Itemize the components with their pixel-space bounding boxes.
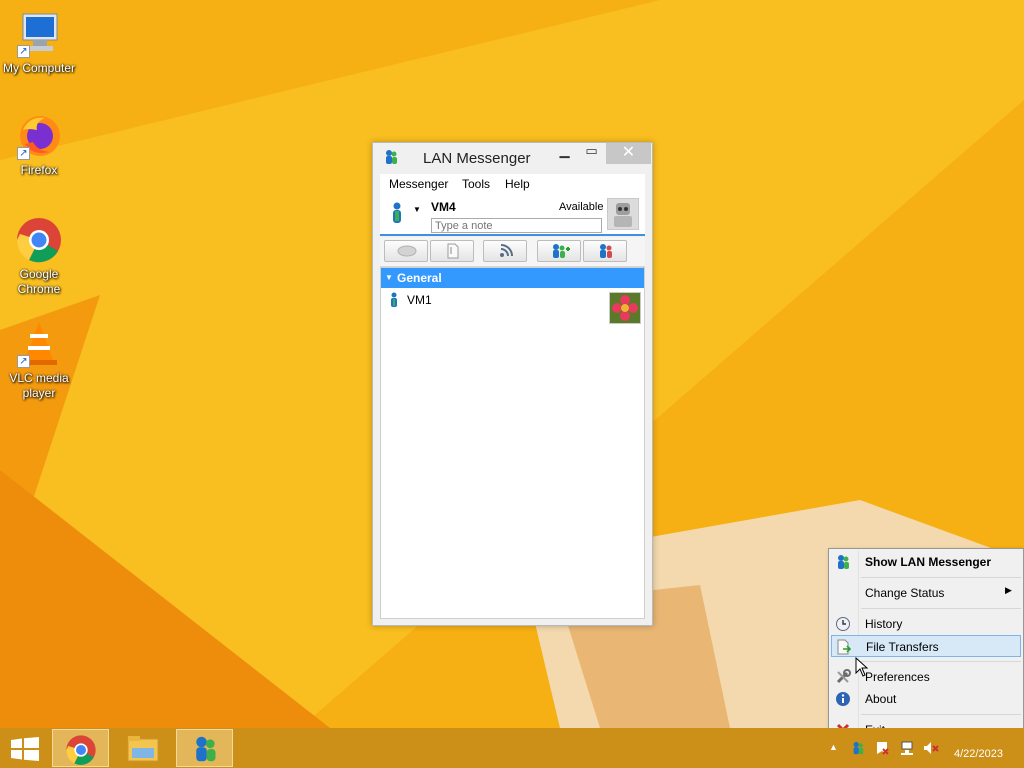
menu-item-file-transfers[interactable]: File Transfers [831, 635, 1021, 657]
group-name: General [397, 271, 442, 285]
history-icon [835, 616, 851, 632]
desktop-icon-firefox[interactable]: ↗ Firefox [0, 112, 78, 178]
tray-overflow-icon[interactable]: ▲ [829, 742, 838, 752]
file-explorer-icon [127, 735, 159, 766]
menu-tools[interactable]: Tools [462, 177, 490, 191]
menu-item-label: Change Status [865, 586, 945, 600]
tray-messenger-icon[interactable] [851, 741, 865, 758]
menu-item-change-status[interactable]: Change Status ▶ [831, 582, 1021, 604]
menu-messenger[interactable]: Messenger [389, 177, 448, 191]
taskbar: ▲ 4/22/2023 [0, 728, 1024, 768]
desktop-icon-my-computer[interactable]: ↗ My Computer [0, 10, 78, 76]
broadcast-icon [498, 243, 514, 262]
menu-item-label: Show LAN Messenger [865, 555, 992, 569]
messenger-icon [835, 554, 851, 570]
menu-item-history[interactable]: History [831, 613, 1021, 635]
remove-contact-button[interactable] [583, 240, 627, 262]
taskbar-file-explorer[interactable] [114, 729, 171, 767]
network-icon[interactable] [899, 741, 915, 758]
desktop-icon-vlc[interactable]: ↗ VLC media player [0, 320, 78, 401]
contact-avatar [609, 292, 641, 324]
contact-item[interactable]: VM1 [381, 290, 644, 324]
group-expand-icon[interactable]: ▼ [385, 268, 393, 288]
menu-item-show-lan-messenger[interactable]: Show LAN Messenger [831, 551, 1021, 573]
firefox-icon: ↗ [15, 112, 63, 160]
chat-button[interactable] [384, 240, 428, 262]
tray-date[interactable]: 4/22/2023 [954, 748, 1003, 760]
desktop-icon-google-chrome[interactable]: Google Chrome [0, 216, 78, 297]
toolbar [380, 237, 645, 267]
shortcut-arrow-icon: ↗ [17, 147, 30, 160]
user-panel: ▼ VM4 Available [380, 196, 645, 236]
menu-separator [861, 608, 1021, 609]
volume-muted-icon[interactable] [923, 741, 939, 758]
user-name: VM4 [431, 200, 456, 214]
contact-list: ▼ General VM1 [380, 267, 645, 619]
file-transfer-icon [836, 639, 852, 655]
file-icon [446, 243, 460, 262]
taskbar-lan-messenger[interactable] [176, 729, 233, 767]
desktop-icon-label: My Computer [2, 61, 76, 75]
start-icon [11, 737, 39, 764]
remove-contact-icon [597, 243, 615, 262]
status-dropdown-icon[interactable]: ▼ [413, 205, 421, 214]
note-input[interactable] [431, 218, 602, 233]
menu-item-label: History [865, 617, 903, 631]
action-center-icon[interactable] [875, 741, 889, 758]
menu-separator [861, 661, 1021, 662]
desktop-icon-label: VLC media player [9, 371, 69, 400]
user-status[interactable]: Available [559, 201, 603, 213]
menu-help[interactable]: Help [505, 177, 530, 191]
shortcut-arrow-icon: ↗ [17, 45, 30, 58]
tray-context-menu: Show LAN Messenger Change Status ▶ Histo… [828, 548, 1024, 744]
start-button[interactable] [0, 729, 50, 767]
menu-separator [861, 714, 1021, 715]
vlc-icon: ↗ [15, 320, 63, 368]
lan-messenger-window: LAN Messenger ▁ ▭ ✕ Messenger Tools Help… [372, 142, 653, 626]
contact-status-icon [389, 292, 399, 311]
submenu-arrow-icon: ▶ [1005, 585, 1012, 595]
preferences-icon [835, 669, 851, 685]
add-contact-button[interactable] [537, 240, 581, 262]
maximize-button[interactable]: ▭ [578, 143, 605, 164]
mouse-cursor-icon [855, 657, 869, 677]
computer-icon: ↗ [15, 10, 63, 58]
chrome-icon [65, 734, 97, 768]
title-bar[interactable]: LAN Messenger ▁ ▭ ✕ [373, 143, 652, 173]
close-button[interactable]: ✕ [606, 143, 651, 164]
minimize-button[interactable]: ▁ [551, 143, 578, 164]
menu-separator [861, 577, 1021, 578]
messenger-app-icon [383, 149, 399, 168]
menu-item-label: About [865, 692, 897, 706]
lan-messenger-icon [191, 734, 219, 767]
info-icon [835, 691, 851, 707]
menu-item-about[interactable]: About [831, 688, 1021, 710]
menu-item-label: Preferences [865, 670, 930, 684]
send-file-button[interactable] [430, 240, 474, 262]
add-contact-icon [550, 243, 570, 262]
avatar[interactable] [607, 198, 639, 230]
chat-icon [397, 244, 417, 261]
desktop-icon-label: Firefox [20, 163, 58, 177]
menu-bar: Messenger Tools Help [380, 174, 645, 196]
status-person-icon[interactable] [390, 202, 404, 227]
broadcast-button[interactable] [483, 240, 527, 262]
menu-item-label: File Transfers [866, 640, 939, 654]
contact-name: VM1 [407, 293, 432, 307]
taskbar-chrome[interactable] [52, 729, 109, 767]
desktop-icon-label: Google Chrome [17, 267, 61, 296]
chrome-icon [15, 216, 63, 264]
shortcut-arrow-icon: ↗ [17, 355, 30, 368]
group-header-general[interactable]: ▼ General [381, 268, 644, 288]
window-title: LAN Messenger [423, 150, 531, 167]
